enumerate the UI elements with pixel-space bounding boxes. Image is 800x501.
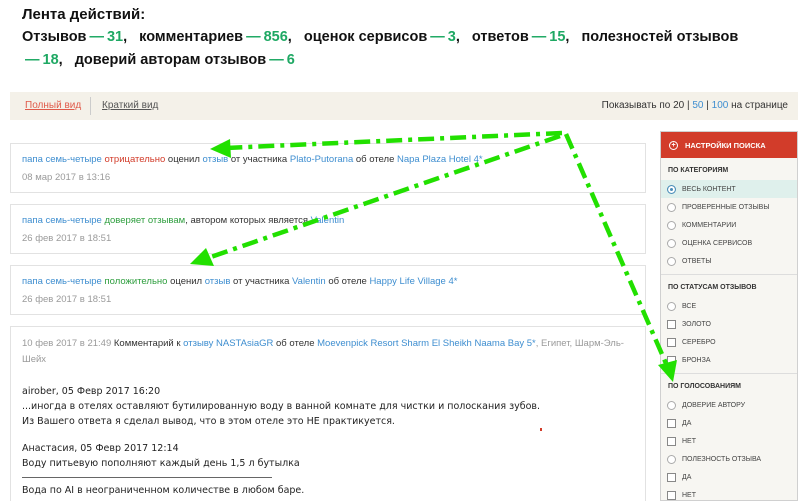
radio-button[interactable] [667,202,676,212]
checkbox[interactable] [667,472,676,482]
quote-divider [22,477,272,478]
feed-item: папа семь-четыре доверяет отзывам, автор… [10,204,646,254]
checkbox[interactable] [667,490,676,500]
radio-button[interactable] [667,238,676,248]
filter-all-content[interactable]: ВЕСЬ КОНТЕНТ [661,180,797,198]
tab-short-view[interactable]: Краткий вид [102,100,158,111]
author-link[interactable]: Plato-Putorana [290,154,353,165]
filter-comments[interactable]: КОММЕНТАРИИ [661,216,797,234]
quote-author: Анастасия, 05 Февр 2017 12:14 [22,443,179,454]
comment-body: airober, 05 Февр 2017 16:20 ...иногда в … [22,384,634,498]
feed-item: папа семь-четыре отрицательно оценил отз… [10,143,646,193]
radio-button[interactable] [667,301,676,311]
radio-button[interactable] [667,256,676,266]
status-bronze[interactable]: БРОНЗА [661,351,797,369]
tab-full-view[interactable]: Полный вид [25,100,81,111]
hotel-link[interactable]: Napa Plaza Hotel 4* [397,154,483,165]
view-toolbar: Полный вид Краткий вид Показывать по 20 … [10,92,798,120]
filter-service-ratings[interactable]: ОЦЕНКА СЕРВИСОВ [661,234,797,252]
filter-verified-reviews[interactable]: ПРОВЕРЕННЫЕ ОТЗЫВЫ [661,198,797,216]
author-link[interactable]: Valentin [311,215,345,226]
review-link[interactable]: отзыв [205,276,231,287]
group-title-votes: ПО ГОЛОСОВАНИЯМ [661,373,797,396]
activity-stats: Отзывов —31, комментариев —856, оценок сер… [22,26,782,72]
per-page-50[interactable]: 50 [692,100,703,111]
author-link[interactable]: Valentin [292,276,326,287]
rating-positive: положительно [104,276,168,287]
author-link[interactable]: NASTAsiaGR [216,338,273,349]
search-settings-panel: + НАСТРОЙКИ ПОИСКА ПО КАТЕГОРИЯМ ВЕСЬ КО… [660,131,798,501]
per-page-selector: Показывать по 20 | 50 | 100 на странице [601,100,788,111]
trust-action[interactable]: доверяет отзывам [104,215,185,226]
plus-circle-icon: + [669,140,678,150]
status-silver[interactable]: СЕРЕБРО [661,333,797,351]
vote-author-trust[interactable]: ДОВЕРИЕ АВТОРУ [661,396,797,414]
activity-header: Лента действий: Отзывов —31, комментариев… [22,4,782,72]
status-gold[interactable]: ЗОЛОТО [661,315,797,333]
search-settings-header[interactable]: + НАСТРОЙКИ ПОИСКА [661,132,797,158]
tab-divider [90,97,91,115]
checkbox[interactable] [667,436,676,446]
stat-reviews: Отзывов —31, [22,29,128,45]
checkbox[interactable] [667,319,676,329]
hotel-link[interactable]: Happy Life Village 4* [369,276,457,287]
activity-feed: папа семь-четыре отрицательно оценил отз… [10,143,646,501]
vote-trust-yes[interactable]: ДА [661,414,797,432]
radio-button[interactable] [667,184,676,194]
feed-item-date: 26 фев 2017 в 18:51 [22,294,112,305]
per-page-20[interactable]: 20 [673,100,684,111]
user-link[interactable]: папа семь-четыре [22,154,102,165]
radio-button[interactable] [667,454,676,464]
radio-button[interactable] [667,400,676,410]
comment-date: 10 фев 2017 в 21:49 [22,338,112,349]
vote-usefulness-yes[interactable]: ДА [661,468,797,486]
stray-mark [540,428,542,431]
stat-answers: ответов —15, [471,29,570,45]
per-page-100[interactable]: 100 [712,100,729,111]
status-all[interactable]: ВСЕ [661,297,797,315]
hotel-link[interactable]: Moevenpick Resort Sharm El Sheikh Naama … [317,338,536,349]
stat-author-trust: доверий авторам отзывов —6 [74,52,295,68]
rating-negative: отрицательно [104,154,166,165]
page-title: Лента действий: [22,6,146,23]
vote-trust-no[interactable]: НЕТ [661,432,797,450]
review-link[interactable]: отзыв [203,154,229,165]
user-link[interactable]: папа семь-четыре [22,276,102,287]
group-title-statuses: ПО СТАТУСАМ ОТЗЫВОВ [661,274,797,297]
checkbox[interactable] [667,355,676,365]
vote-usefulness-no[interactable]: НЕТ [661,486,797,500]
stat-service-ratings: оценок сервисов —3, [303,29,460,45]
feed-item-date: 08 мар 2017 в 13:16 [22,172,111,183]
checkbox[interactable] [667,337,676,347]
review-link[interactable]: отзыву [183,338,213,349]
stat-comments: комментариев —856, [139,29,292,45]
filter-answers[interactable]: ОТВЕТЫ [661,252,797,270]
radio-button[interactable] [667,220,676,230]
user-link[interactable]: папа семь-четыре [22,215,102,226]
comment-item: 10 фев 2017 в 21:49 Комментарий к отзыву… [10,326,646,501]
quote-author: airober, 05 Февр 2017 16:20 [22,386,161,397]
group-title-categories: ПО КАТЕГОРИЯМ [668,167,729,174]
feed-item-date: 26 фев 2017 в 18:51 [22,233,112,244]
vote-usefulness[interactable]: ПОЛЕЗНОСТЬ ОТЗЫВА [661,450,797,468]
checkbox[interactable] [667,418,676,428]
feed-item: папа семь-четыре положительно оценил отз… [10,265,646,315]
